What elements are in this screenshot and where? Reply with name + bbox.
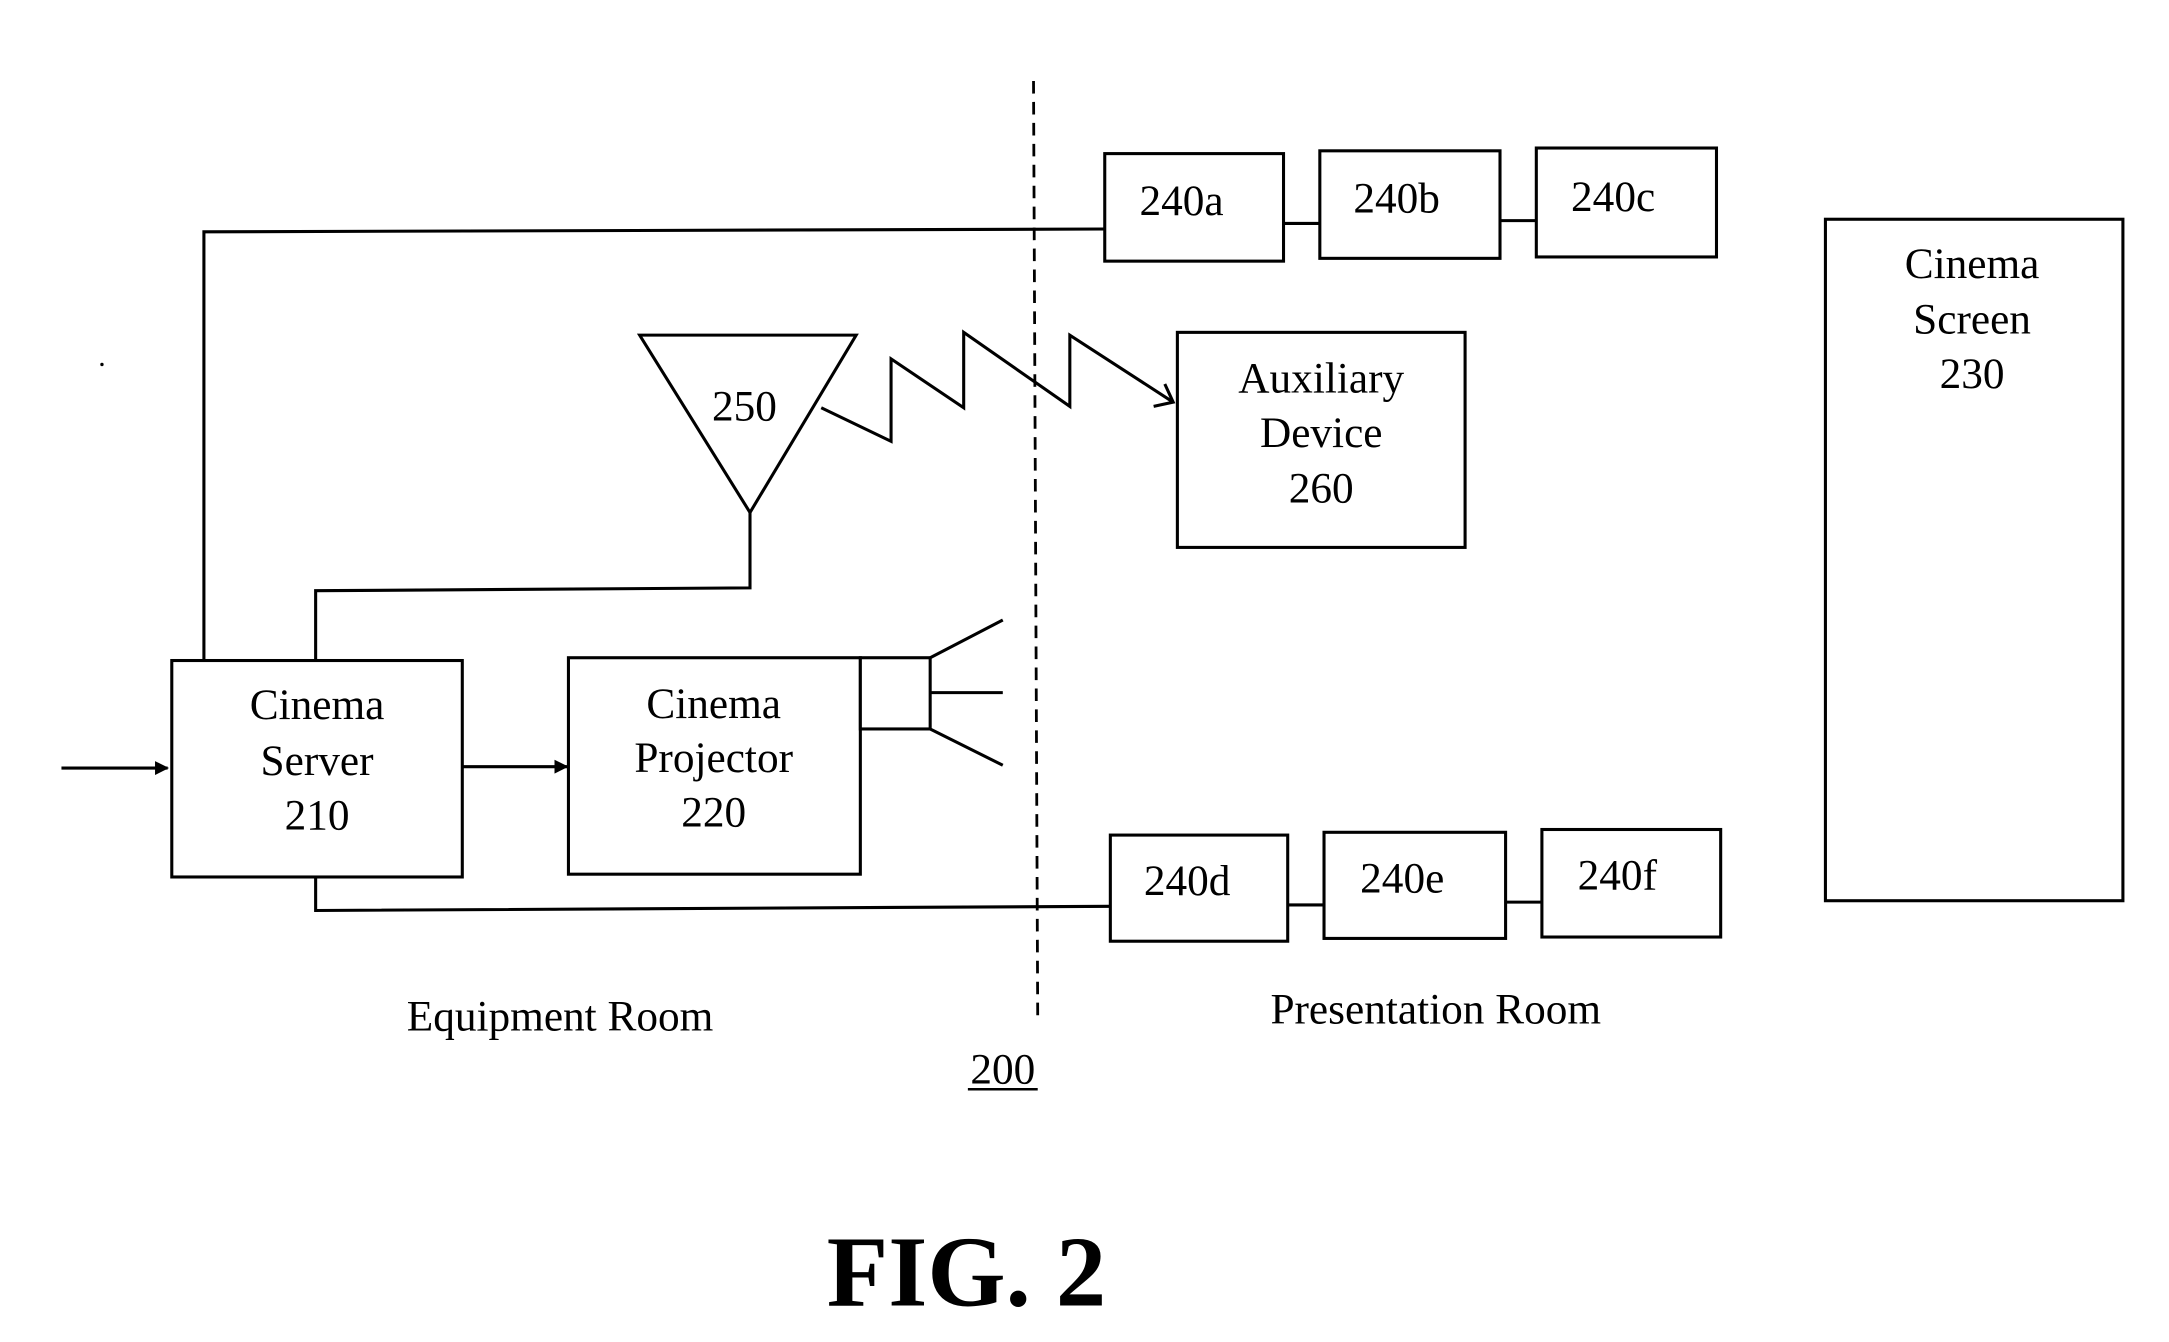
cinema-screen-node[interactable]: Cinema Screen 230: [1823, 217, 2125, 903]
speaker-label: 240b: [1353, 174, 1440, 222]
speaker-240a[interactable]: 240a: [1103, 152, 1286, 263]
speaker-240e[interactable]: 240e: [1322, 830, 1508, 940]
cinema-projector-label-1: Cinema: [646, 680, 781, 728]
auxiliary-device-label-3: 260: [1289, 465, 1354, 513]
cinema-server-label-2: Server: [261, 737, 375, 785]
cinema-projector-label-2: Projector: [634, 734, 793, 782]
speaker-label: 240d: [1144, 857, 1231, 905]
auxiliary-device-label-1: Auxiliary: [1238, 354, 1404, 402]
projection-beam-top: [929, 618, 1004, 660]
speaker-label: 240e: [1360, 854, 1444, 902]
server-to-antenna-line: [314, 512, 752, 661]
speaker-240c[interactable]: 240c: [1534, 146, 1719, 259]
wireless-signal: [820, 329, 1175, 444]
server-to-240d-line: [314, 876, 1111, 913]
cinema-screen-label-3: 230: [1940, 350, 2005, 398]
equipment-room-label: Equipment Room: [407, 993, 714, 1041]
figure-reference-number: 200: [970, 1046, 1035, 1094]
auxiliary-device-node[interactable]: Auxiliary Device 260: [1175, 330, 1467, 549]
cinema-projector-node[interactable]: Cinema Projector 220: [566, 618, 1004, 876]
speaker-label: 240f: [1578, 852, 1658, 900]
cinema-projector-label-3: 220: [681, 789, 746, 837]
room-divider: [1032, 80, 1040, 1017]
cinema-server-node[interactable]: Cinema Server 210: [170, 658, 464, 879]
cinema-screen-label-1: Cinema: [1905, 240, 2040, 288]
antenna-label: 250: [712, 382, 777, 430]
figure-title: FIG. 2: [827, 1216, 1106, 1328]
cinema-server-label-3: 210: [285, 792, 350, 840]
antenna-node[interactable]: 250: [636, 333, 859, 516]
speaker-240b[interactable]: 240b: [1318, 149, 1502, 260]
server-to-240a-line: [202, 227, 1107, 661]
speaker-240d[interactable]: 240d: [1108, 833, 1290, 943]
projector-lens-icon: [858, 656, 932, 731]
auxiliary-device-label-2: Device: [1260, 409, 1383, 457]
speaker-label: 240c: [1571, 173, 1655, 221]
speaker-label: 240a: [1139, 177, 1223, 225]
diagram-canvas: Cinema Server 210 Cinema Projector 220 2…: [61, 80, 2125, 1328]
cinema-server-label-1: Cinema: [250, 681, 385, 729]
scan-speck: [100, 362, 104, 367]
cinema-screen-label-2: Screen: [1913, 296, 2031, 344]
presentation-room-label: Presentation Room: [1270, 986, 1601, 1034]
projection-beam-bottom: [929, 727, 1004, 767]
speaker-240f[interactable]: 240f: [1540, 827, 1723, 939]
